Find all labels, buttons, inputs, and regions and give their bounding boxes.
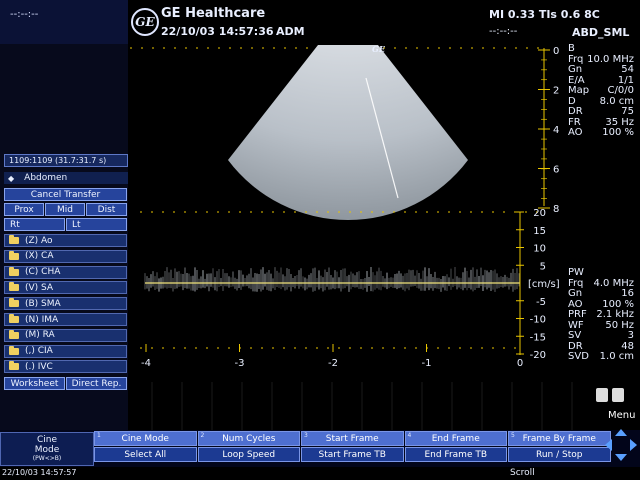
lower-grid-lines bbox=[151, 382, 573, 430]
softkey-top-1[interactable]: 1 Cine Mode bbox=[94, 431, 197, 446]
velocity-ticks: 20 15 10 5 -5 -10 -15 -20 [cm/s] bbox=[516, 208, 560, 361]
softkey-number: 5 bbox=[511, 432, 515, 439]
time-tick-label: -1 bbox=[422, 358, 432, 369]
velocity-tick-label: -15 bbox=[530, 332, 546, 343]
param-value: C/0/0 bbox=[607, 85, 634, 96]
bmode-label: B bbox=[568, 43, 575, 54]
param-key: Map bbox=[568, 85, 590, 96]
bmode-parameters: B Frq 10.0 MHz Gn 54 E/A 1/1 Map C/0/0 D 8.0 cm DR… bbox=[564, 43, 640, 139]
softkey-bottom-4[interactable]: End Frame TB bbox=[404, 447, 507, 462]
param-value: 16 bbox=[621, 288, 634, 299]
depth-tick-label: 2 bbox=[553, 86, 559, 97]
param-value: 100 % bbox=[602, 127, 634, 138]
softkey-label: Start Frame bbox=[325, 433, 379, 444]
softkey-number: 4 bbox=[407, 432, 412, 439]
velocity-unit: [cm/s] bbox=[528, 279, 560, 290]
param-row: Gn 54 bbox=[564, 64, 640, 76]
menu-label[interactable]: Menu bbox=[608, 410, 635, 421]
scroll-down-icon[interactable] bbox=[612, 388, 624, 402]
velocity-tick-label: 10 bbox=[533, 244, 546, 255]
bmode-sector bbox=[228, 45, 468, 221]
time-tick-label: -4 bbox=[141, 358, 151, 369]
doppler-spectrum bbox=[144, 267, 520, 292]
velocity-tick-label: -10 bbox=[530, 315, 546, 326]
param-key: Gn bbox=[568, 64, 583, 75]
imaging-area: GE 02468 2015105-5-10-15-20[cm/s] -4 -3 -2… bbox=[130, 44, 573, 430]
velocity-tick-label: -5 bbox=[536, 297, 546, 308]
pw-parameters: PW Frq 4.0 MHz Gn 16 AO 100 % PRF 2.1 kHz WF 50 H… bbox=[564, 267, 640, 363]
navigation-arrows-icon[interactable] bbox=[604, 428, 638, 462]
velocity-tick-label: 5 bbox=[540, 261, 546, 272]
softkey-top-5[interactable]: 5 Frame By Frame bbox=[508, 431, 611, 446]
softkey-number: 3 bbox=[304, 432, 308, 439]
time-tick-label: -3 bbox=[235, 358, 245, 369]
param-key: Gn bbox=[568, 288, 583, 299]
footer: 22/10/03 14:57:57 Scroll bbox=[0, 467, 640, 480]
probe-orientation-marker: GE bbox=[372, 44, 386, 54]
softkey-label: Frame By Frame bbox=[522, 433, 596, 444]
depth-ticks: 0 2 4 6 8 bbox=[538, 46, 559, 215]
softkey-top-2[interactable]: 2 Num Cycles bbox=[197, 431, 300, 446]
softkey-top-3[interactable]: 3 Start Frame bbox=[301, 431, 404, 446]
param-row: Map C/0/0 bbox=[564, 85, 640, 97]
softkey-bottom-3[interactable]: Start Frame TB bbox=[301, 447, 404, 462]
param-row: Gn 16 bbox=[564, 288, 640, 300]
param-row: SVD 1.0 cm bbox=[564, 351, 640, 363]
footer-datetime: 22/10/03 14:57:57 bbox=[2, 468, 77, 477]
velocity-tick-label: 20 bbox=[533, 208, 546, 219]
param-row: PRF 2.1 kHz bbox=[564, 309, 640, 321]
softkey-label: End Frame bbox=[431, 433, 480, 444]
softkey-top-4[interactable]: 4 End Frame bbox=[404, 431, 507, 446]
time-ticks: -4 -3 -2 -1 0 bbox=[141, 344, 523, 369]
softkey-label: End Frame TB bbox=[424, 449, 488, 460]
depth-tick-label: 6 bbox=[553, 165, 559, 176]
param-value: 75 bbox=[621, 106, 634, 117]
softkey-bottom-2[interactable]: Loop Speed bbox=[197, 447, 300, 462]
softkey-label: Start Frame TB bbox=[318, 449, 386, 460]
softkey-number: 2 bbox=[200, 432, 205, 439]
depth-tick-label: 8 bbox=[553, 204, 559, 215]
velocity-tick-label: -20 bbox=[530, 350, 546, 361]
velocity-tick-label: 15 bbox=[533, 226, 546, 237]
time-tick-label: 0 bbox=[517, 358, 523, 369]
param-key: SVD bbox=[568, 351, 589, 362]
softkey-bottom-5[interactable]: Run / Stop bbox=[508, 447, 611, 462]
depth-tick-label: 4 bbox=[553, 125, 559, 136]
depth-tick-label: 0 bbox=[553, 46, 559, 57]
param-key: SV bbox=[568, 330, 582, 341]
param-row: DR 75 bbox=[564, 106, 640, 118]
softkey-label: Cine Mode bbox=[121, 433, 169, 444]
softkey-label: Loop Speed bbox=[222, 449, 276, 460]
softkey-bottom-1[interactable]: Select All bbox=[94, 447, 197, 462]
param-row: AO 100 % bbox=[564, 127, 640, 139]
param-row: SV 3 bbox=[564, 330, 640, 342]
param-key: PRF bbox=[568, 309, 587, 320]
softkey-label: Num Cycles bbox=[222, 433, 276, 444]
softkey-label: Select All bbox=[124, 449, 167, 460]
param-value: 2.1 kHz bbox=[596, 309, 634, 320]
param-key: DR bbox=[568, 106, 583, 117]
cine-mode-button[interactable]: Cine Mode (PW<>B) bbox=[0, 432, 94, 466]
time-tick-label: -2 bbox=[328, 358, 338, 369]
softkey-label: Run / Stop bbox=[536, 449, 583, 460]
scroll-label: Scroll bbox=[510, 468, 535, 478]
param-value: 54 bbox=[621, 64, 634, 75]
param-value: 1.0 cm bbox=[599, 351, 634, 362]
scroll-up-icon[interactable] bbox=[596, 388, 608, 402]
param-value: 3 bbox=[627, 330, 634, 341]
softkey-number: 1 bbox=[97, 432, 101, 439]
pw-label: PW bbox=[568, 267, 584, 278]
param-key: AO bbox=[568, 127, 583, 138]
